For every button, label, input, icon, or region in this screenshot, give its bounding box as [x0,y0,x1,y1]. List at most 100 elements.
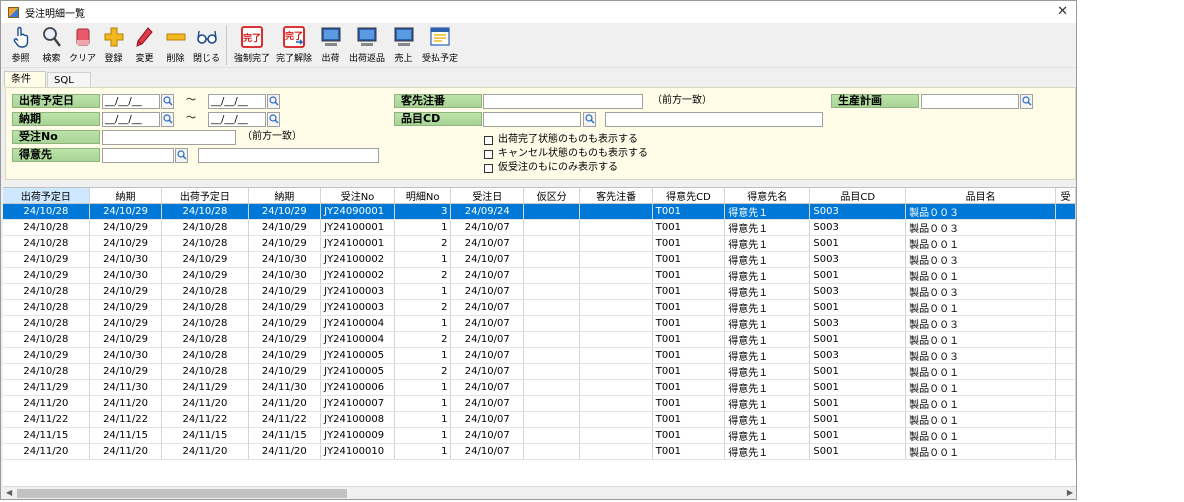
table-cell[interactable]: 24/10/28 [3,283,90,300]
table-cell[interactable]: T001 [652,411,726,428]
table-cell[interactable]: 2 [394,235,452,252]
table-cell[interactable]: S003 [809,283,907,300]
table-row[interactable]: 24/10/29 24/10/30 24/10/29 24/10/30 JY241000… [3,267,1076,284]
customer-code-input[interactable] [102,148,174,163]
close-button[interactable]: 閉じる [191,23,222,65]
table-cell[interactable]: JY24100007 [320,395,395,412]
table-cell[interactable]: 24/10/07 [450,235,524,252]
table-cell[interactable]: 24/10/28 [3,219,90,236]
ref-button[interactable]: 参照 [5,23,36,65]
table-cell[interactable]: 製品００３ [905,219,1057,236]
horizontal-scrollbar[interactable]: ◀ ▶ [3,486,1076,499]
table-cell[interactable]: 製品００３ [905,315,1057,332]
production-plan-input[interactable] [921,94,1019,109]
column-header[interactable]: 出荷予定日 [3,188,90,204]
column-header[interactable]: 品目CD [809,188,907,204]
table-cell[interactable]: 24/10/29 [248,203,322,220]
table-cell[interactable] [523,203,581,220]
table-cell[interactable]: 24/10/07 [450,427,524,444]
table-cell[interactable]: 得意先１ [724,267,811,284]
table-cell[interactable]: 24/10/29 [161,267,249,284]
table-cell[interactable]: T001 [652,315,726,332]
table-row[interactable]: 24/10/28 24/10/29 24/10/28 24/10/29 JY241000… [3,219,1076,236]
column-header[interactable]: 受注日 [450,188,524,204]
table-cell[interactable] [523,379,581,396]
production-plan-search-button[interactable] [1020,94,1033,109]
table-cell[interactable]: 24/10/30 [248,267,322,284]
table-cell[interactable] [523,299,581,316]
table-cell[interactable]: JY24100002 [320,251,395,268]
table-cell[interactable]: T001 [652,379,726,396]
table-cell[interactable]: 24/11/30 [89,379,163,396]
table-cell[interactable]: 1 [394,315,452,332]
table-cell[interactable]: 24/10/29 [89,203,163,220]
table-cell[interactable]: JY24100006 [320,379,395,396]
table-cell[interactable]: 24/10/07 [450,267,524,284]
table-cell[interactable]: 製品００３ [905,347,1057,364]
table-cell[interactable]: 1 [394,347,452,364]
table-cell[interactable]: T001 [652,363,726,380]
delivery-from-picker[interactable] [161,112,174,127]
table-cell[interactable]: 24/10/28 [161,235,249,252]
table-cell[interactable]: 24/11/29 [3,379,90,396]
table-cell[interactable] [579,347,653,364]
table-cell[interactable]: 24/10/07 [450,283,524,300]
ship-date-to-picker[interactable] [267,94,280,109]
table-cell[interactable]: S001 [809,299,907,316]
table-cell[interactable]: 製品００１ [905,427,1057,444]
table-cell[interactable]: 製品００１ [905,443,1057,460]
table-cell[interactable]: 24/10/07 [450,251,524,268]
table-cell[interactable]: JY24100009 [320,427,395,444]
table-cell[interactable]: 得意先１ [724,315,811,332]
delivery-to-input[interactable]: __/__/__ [208,112,266,127]
customer-name-input[interactable] [198,148,379,163]
table-cell[interactable]: 24/10/07 [450,315,524,332]
table-cell[interactable]: 製品００１ [905,299,1057,316]
table-cell[interactable]: 24/10/07 [450,299,524,316]
table-cell[interactable]: 24/11/22 [3,411,90,428]
tab-sql[interactable]: SQL [47,72,91,87]
table-cell[interactable]: JY24100010 [320,443,395,460]
table-cell[interactable] [579,427,653,444]
table-cell[interactable]: S001 [809,379,907,396]
table-cell[interactable]: 製品００１ [905,411,1057,428]
column-header[interactable]: 仮区分 [523,188,581,204]
table-cell[interactable] [579,331,653,348]
table-cell[interactable]: T001 [652,251,726,268]
table-cell[interactable]: 1 [394,395,452,412]
table-cell[interactable] [579,283,653,300]
table-cell[interactable]: 製品００１ [905,395,1057,412]
table-cell[interactable]: 得意先１ [724,283,811,300]
table-cell[interactable]: 得意先１ [724,251,811,268]
table-cell[interactable] [579,395,653,412]
table-cell[interactable]: S001 [809,443,907,460]
column-header[interactable]: 明細No [394,188,452,204]
table-cell[interactable]: JY24100001 [320,235,395,252]
item-search-button[interactable] [583,112,596,127]
table-row[interactable]: 24/10/28 24/10/29 24/10/28 24/10/29 JY241000… [3,299,1076,316]
checkbox-box[interactable] [484,149,493,159]
table-cell[interactable] [579,299,653,316]
table-cell[interactable]: JY24100001 [320,219,395,236]
table-cell[interactable]: 得意先１ [724,331,811,348]
table-cell[interactable]: S003 [809,315,907,332]
table-row[interactable]: 24/10/28 24/10/29 24/10/28 24/10/29 JY241000… [3,363,1076,380]
table-cell[interactable] [523,219,581,236]
ship-date-to-input[interactable]: __/__/__ [208,94,266,109]
table-cell[interactable]: S001 [809,363,907,380]
table-cell[interactable]: 1 [394,379,452,396]
table-row[interactable]: 24/10/28 24/10/29 24/10/28 24/10/29 JY241000… [3,283,1076,300]
checkbox-box[interactable] [484,135,493,145]
table-cell[interactable]: S001 [809,235,907,252]
table-cell[interactable]: 24/11/20 [161,443,249,460]
table-cell[interactable]: S001 [809,395,907,412]
table-cell[interactable]: 24/11/22 [89,411,163,428]
table-cell[interactable]: 得意先１ [724,411,811,428]
table-cell[interactable]: T001 [652,299,726,316]
table-cell[interactable] [523,283,581,300]
table-cell[interactable]: 24/10/28 [161,283,249,300]
table-cell[interactable]: 1 [394,219,452,236]
table-row[interactable]: 24/10/28 24/10/29 24/10/28 24/10/29 JY241000… [3,315,1076,332]
table-cell[interactable]: 24/10/29 [248,235,322,252]
ship-return-button[interactable]: 出荷返品 [346,23,388,65]
